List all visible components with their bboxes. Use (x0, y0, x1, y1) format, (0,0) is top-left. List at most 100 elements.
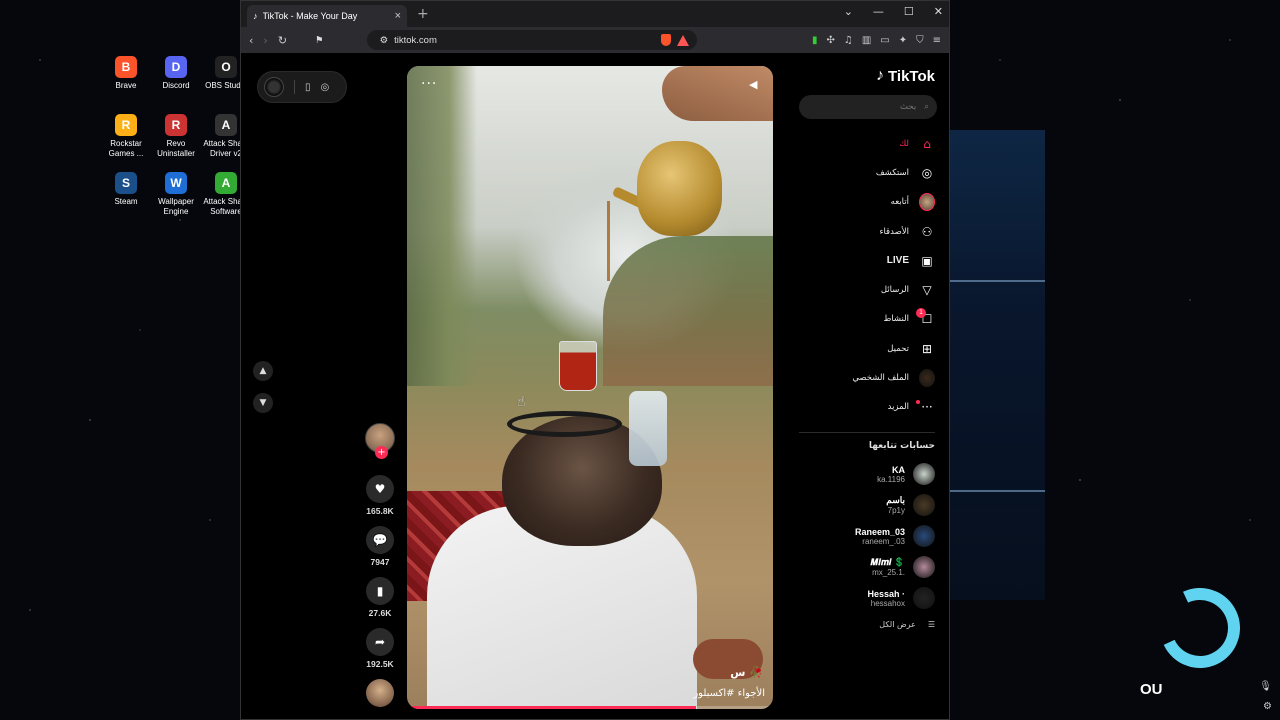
close-window-button[interactable]: ✕ (934, 5, 943, 18)
comment-button[interactable]: 💬 (366, 526, 394, 554)
close-tab-icon[interactable]: × (395, 10, 401, 22)
compass-small-icon[interactable]: ◎ (321, 82, 330, 93)
account-name: Hessah · (867, 588, 905, 599)
settings-gear-icon[interactable]: ⚙ (1263, 701, 1272, 712)
following-account-item[interactable]: باسم 7p1y (799, 490, 935, 521)
forward-icon[interactable]: › (263, 34, 267, 47)
following-account-item[interactable]: KA ka.1196 (799, 459, 935, 490)
account-names: 𝑴𝒊𝒎𝒊 💲 mx_25.1. (870, 557, 905, 577)
desktop-icon-label: Rockstar Games ... (108, 139, 144, 158)
sidebar-item-messages[interactable]: الرسائل ▽ (799, 275, 935, 304)
desktop-icon-label: Wallpaper Engine (158, 197, 194, 216)
sidebar-item-label: LIVE (886, 255, 909, 267)
previous-video-button[interactable]: ▲ (253, 361, 273, 381)
tab-search-icon[interactable]: ⌄ (844, 5, 853, 18)
video-scene (637, 141, 722, 236)
brave-rewards-icon[interactable] (677, 34, 690, 46)
following-account-item[interactable]: Hessah · hessahox (799, 583, 935, 614)
desktop-icon[interactable]: R Rockstar Games ... (102, 114, 150, 159)
tiktok-page: ▯ ◎ ▲ ▼ ··· ◀ س 🥀 الأجواء #اكسبلور + ♥ 1… (241, 53, 949, 719)
video-player[interactable]: ··· ◀ س 🥀 الأجواء #اكسبلور (407, 66, 773, 709)
desktop-icon[interactable]: S Steam (102, 172, 150, 207)
sidebar-item-following[interactable]: أتابعه (799, 188, 935, 217)
sidebar-item-explore[interactable]: استكشف ◎ (799, 158, 935, 187)
tiktok-logo[interactable]: ♪ TikTok (799, 67, 935, 85)
mobile-icon[interactable]: ▯ (305, 82, 311, 93)
desktop-icon[interactable]: W Wallpaper Engine (152, 172, 200, 217)
desktop-icon[interactable]: D Discord (152, 56, 200, 91)
search-icon[interactable]: ⌕ (924, 102, 929, 112)
reload-icon[interactable]: ↻ (278, 34, 287, 47)
toggle-knob[interactable] (264, 77, 284, 97)
media-icon[interactable]: ♫ (844, 35, 853, 46)
browser-window: ♪ TikTok - Make Your Day × + ⌄ — ☐ ✕ ‹ ›… (240, 0, 950, 720)
theme-pill: ▯ ◎ (257, 71, 347, 103)
puzzle-icon[interactable]: ✣ (826, 35, 834, 46)
tab-title: TikTok - Make Your Day (262, 11, 358, 21)
share-count: 192.5K (366, 659, 394, 669)
back-icon[interactable]: ‹ (249, 34, 253, 47)
app-icon: S (115, 172, 137, 194)
sidebar-item-more[interactable]: المزيد ··· (799, 393, 935, 422)
video-scene (507, 411, 622, 437)
bookmark-icon: ▮ (376, 584, 384, 598)
share-icon: ➦ (374, 635, 386, 649)
video-author[interactable]: س 🥀 (730, 666, 763, 679)
music-disc-avatar[interactable] (366, 679, 394, 707)
save-button[interactable]: ▮ (366, 577, 394, 605)
sidebar-item-upload[interactable]: تحميل ⊞ (799, 334, 935, 363)
watermark-text: OU (1140, 681, 1163, 698)
search-input[interactable]: بحث ⌕ (799, 95, 937, 119)
app-icon: R (165, 114, 187, 136)
brave-shield-icon[interactable] (661, 34, 672, 46)
notification-badge: 1 (916, 307, 926, 318)
microphone-icon[interactable]: 🎙 (1259, 681, 1272, 692)
leo-ai-icon[interactable]: ✦ (899, 35, 907, 46)
account-name: باسم (886, 495, 905, 506)
desktop-icon[interactable]: R Revo Uninstaller (152, 114, 200, 159)
account-avatar (913, 494, 935, 517)
more-options-icon[interactable]: ··· (421, 76, 437, 92)
like-button[interactable]: ♥ (366, 475, 394, 503)
next-video-button[interactable]: ▼ (253, 393, 273, 413)
new-tab-button[interactable]: + (417, 6, 429, 22)
save-count: 27.6K (368, 608, 392, 618)
menu-icon[interactable]: ≡ (933, 35, 941, 46)
following-account-item[interactable]: 𝑴𝒊𝒎𝒊 💲 mx_25.1. (799, 552, 935, 583)
video-progress-bar[interactable] (407, 706, 773, 709)
tab-tiktok[interactable]: ♪ TikTok - Make Your Day × (247, 5, 407, 27)
sidebar-item-label: المزيد (887, 402, 909, 413)
minimize-button[interactable]: — (873, 5, 884, 18)
account-avatar (913, 556, 935, 579)
sidebar-item-label: لك (899, 138, 909, 149)
divider (799, 431, 935, 433)
share-button[interactable]: ➦ (366, 628, 394, 656)
search-placeholder: بحث (900, 102, 917, 112)
sidebar-item-friends[interactable]: الأصدقاء ⚇ (799, 217, 935, 246)
see-all-link[interactable]: عرض الكل ☰ (799, 620, 935, 629)
sidebar-icon[interactable]: ▥ (862, 35, 871, 46)
sidebar-item-live[interactable]: LIVE ▣ (799, 246, 935, 275)
desktop-icon[interactable]: B Brave (102, 56, 150, 91)
follow-plus-icon[interactable]: + (375, 446, 388, 459)
bookmark-icon[interactable]: ⚑ (315, 35, 324, 46)
nav-menu: لك ⌂ استكشف ◎ أتابعه الأصدقاء ⚇ LIVE ▣ الرسائل ▽ ال… (799, 129, 935, 422)
maximize-button[interactable]: ☐ (904, 5, 914, 18)
site-info-icon[interactable]: ⚙ (380, 35, 389, 46)
video-scene (607, 201, 610, 281)
volume-icon[interactable]: ◀ (749, 78, 761, 91)
sidebar-item-profile[interactable]: الملف الشخصي (799, 363, 935, 392)
sidebar-item-label: النشاط (883, 314, 909, 325)
app-icon: R (115, 114, 137, 136)
wallet-icon[interactable]: ▭ (880, 35, 889, 46)
creator-avatar[interactable]: + (365, 423, 395, 459)
sidebar-item-home[interactable]: لك ⌂ (799, 129, 935, 158)
see-all-label: عرض الكل (879, 619, 916, 629)
vpn-icon[interactable]: ⛉ (916, 35, 924, 46)
battery-extension-icon[interactable]: ▮ (812, 35, 818, 46)
account-name: 𝑴𝒊𝒎𝒊 💲 (870, 557, 905, 568)
account-handle: 7p1y (887, 506, 905, 516)
following-account-item[interactable]: Raneem_03 raneem_.03 (799, 521, 935, 552)
sidebar-item-activity[interactable]: النشاط ☐ 1 (799, 305, 935, 334)
address-bar[interactable]: ⚑ ⚙ tiktok.com (315, 30, 698, 50)
